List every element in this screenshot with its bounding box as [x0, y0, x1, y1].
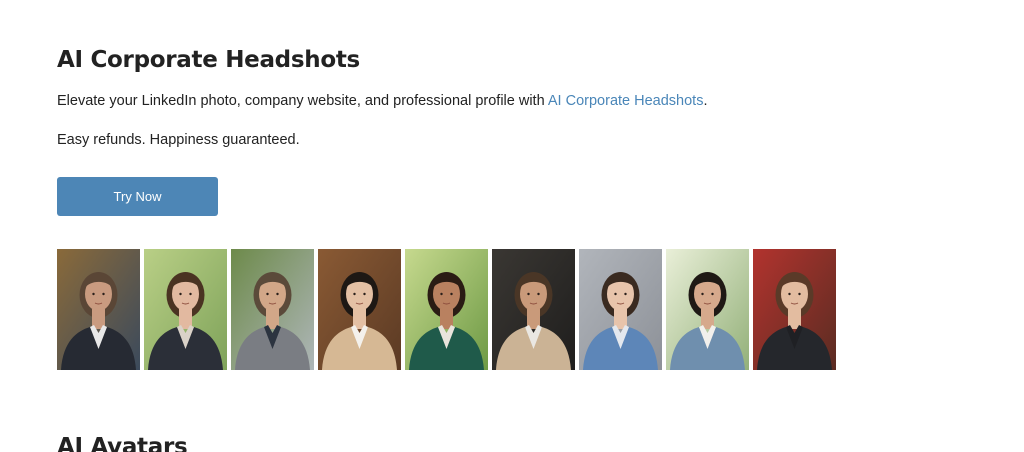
avatars-section-title: AI Avatars	[57, 434, 188, 452]
photo-woman-dark-blazer-garden	[144, 249, 227, 370]
description-period: .	[703, 93, 708, 109]
photo-woman-blue-blazer-grey-studio	[579, 249, 662, 370]
photo-woman-denim-jacket-sunny-trees	[666, 249, 749, 370]
try-now-button[interactable]: Try Now	[57, 177, 218, 216]
section-description: Elevate your LinkedIn photo, company web…	[57, 91, 707, 111]
photo-man-dark-suit-city-night	[57, 249, 140, 370]
guarantee-text: Easy refunds. Happiness guaranteed.	[57, 132, 300, 148]
headshot-gallery	[57, 249, 838, 370]
photo-man-tan-tuxedo-bookshelf	[318, 249, 401, 370]
headshots-link[interactable]: AI Corporate Headshots	[548, 93, 704, 109]
description-text: Elevate your LinkedIn photo, company web…	[57, 93, 548, 109]
photo-man-beige-blazer-dark-studio	[492, 249, 575, 370]
photo-woman-black-blazer-red-backdrop	[753, 249, 836, 370]
section-title: AI Corporate Headshots	[57, 47, 360, 73]
photo-woman-green-blazer-park	[405, 249, 488, 370]
photo-man-grey-blazer-house	[231, 249, 314, 370]
